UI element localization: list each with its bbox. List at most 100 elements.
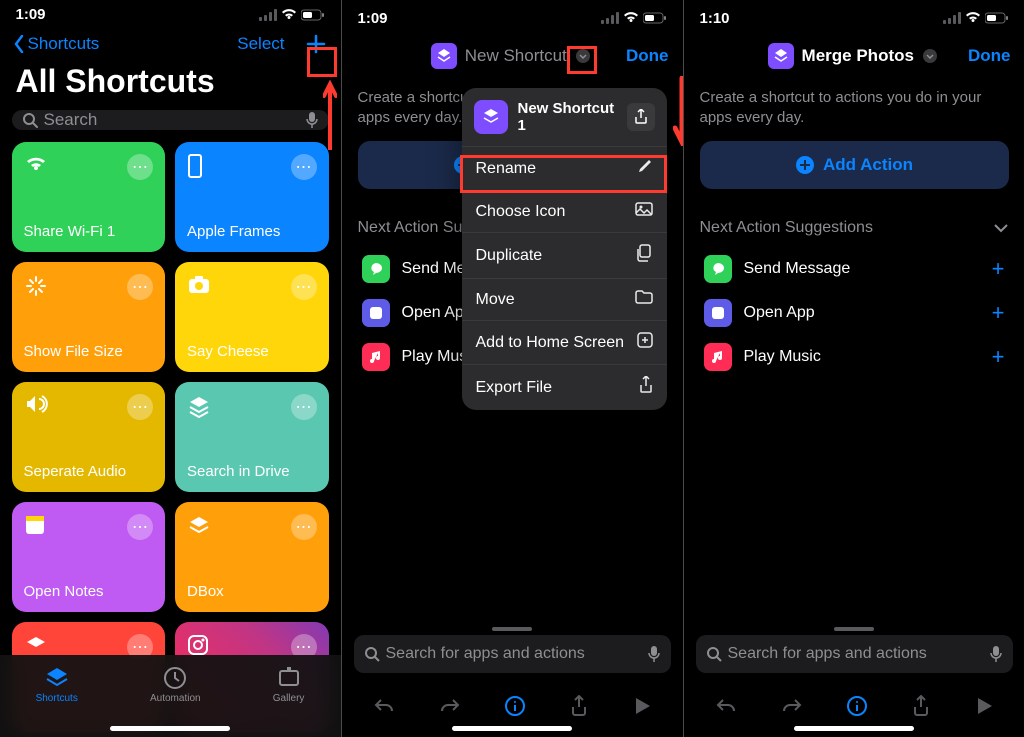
status-bar: 1:10 (684, 0, 1024, 34)
redo-icon[interactable] (439, 696, 461, 722)
more-icon[interactable]: ⋯ (127, 394, 153, 420)
nav-title-group[interactable]: Merge Photos (768, 43, 938, 69)
undo-icon[interactable] (373, 696, 395, 722)
more-icon[interactable]: ⋯ (291, 394, 317, 420)
shortcut-tile[interactable]: ⋯ Say Cheese (175, 262, 329, 372)
message-icon (704, 255, 732, 283)
chevron-down-icon[interactable] (993, 223, 1009, 233)
wifi-icon (24, 154, 48, 180)
share-button[interactable] (627, 103, 655, 131)
cellular-icon (601, 12, 619, 24)
shortcut-tile[interactable]: ⋯ Open Notes (12, 502, 166, 612)
home-indicator[interactable] (110, 726, 230, 731)
plus-icon[interactable] (305, 33, 327, 55)
popup-duplicate[interactable]: Duplicate (462, 233, 667, 279)
popup-item-label: Choose Icon (476, 203, 566, 221)
home-indicator[interactable] (794, 726, 914, 731)
suggestion-item[interactable]: Send Message + (700, 247, 1009, 291)
more-icon[interactable]: ⋯ (291, 514, 317, 540)
tab-automation[interactable]: Automation (150, 665, 201, 704)
nav-title: New Shortcut (465, 46, 567, 66)
done-button[interactable]: Done (968, 46, 1011, 66)
search-field[interactable] (44, 110, 299, 130)
screen-shortcuts-list: 1:09 Shortcuts Select All Shortcuts ⋯Sha… (0, 0, 341, 737)
nav-title-group[interactable]: New Shortcut (431, 43, 591, 69)
add-icon[interactable]: + (992, 256, 1005, 282)
drag-handle[interactable] (492, 627, 532, 631)
folder-icon (635, 290, 653, 309)
info-icon[interactable] (846, 695, 868, 723)
popup-rename[interactable]: Rename (462, 147, 667, 191)
undo-icon[interactable] (715, 696, 737, 722)
popup-move[interactable]: Move (462, 279, 667, 321)
action-search[interactable] (354, 635, 671, 673)
tile-label: Open Notes (24, 583, 154, 600)
add-action-button[interactable]: Add Action (700, 141, 1009, 189)
shortcut-app-icon (474, 100, 508, 134)
add-icon[interactable]: + (992, 344, 1005, 370)
shortcut-tile[interactable]: ⋯Share Wi-Fi 1 (12, 142, 166, 252)
popup-item-label: Add to Home Screen (476, 334, 625, 352)
search-icon (22, 112, 38, 128)
suggestion-item[interactable]: Open App + (700, 291, 1009, 335)
tile-label: Say Cheese (187, 343, 317, 360)
more-icon[interactable]: ⋯ (127, 514, 153, 540)
music-icon (704, 343, 732, 371)
more-icon[interactable]: ⋯ (127, 154, 153, 180)
tile-label: Apple Frames (187, 223, 317, 240)
play-icon[interactable] (975, 696, 993, 722)
action-search-field[interactable] (386, 645, 641, 663)
info-icon[interactable] (504, 695, 526, 723)
speaker-icon (24, 394, 48, 420)
nav-bar: Merge Photos Done (684, 34, 1024, 78)
mic-icon[interactable] (305, 111, 319, 129)
more-icon[interactable]: ⋯ (127, 274, 153, 300)
cellular-icon (943, 12, 961, 24)
search-input[interactable] (12, 110, 329, 130)
share-icon[interactable] (911, 695, 931, 723)
tile-label: Search in Drive (187, 463, 317, 480)
action-search-field[interactable] (728, 645, 983, 663)
action-search[interactable] (696, 635, 1013, 673)
home-indicator[interactable] (452, 726, 572, 731)
tab-gallery[interactable]: Gallery (273, 665, 305, 704)
burst-icon (24, 274, 48, 304)
mic-icon[interactable] (989, 645, 1003, 663)
share-icon (639, 376, 653, 399)
share-icon[interactable] (569, 695, 589, 723)
popup-choose-icon[interactable]: Choose Icon (462, 191, 667, 233)
shortcut-tile[interactable]: ⋯ Apple Frames (175, 142, 329, 252)
shortcut-app-icon (768, 43, 794, 69)
popup-item-label: Duplicate (476, 247, 543, 265)
cellular-icon (259, 9, 277, 21)
popup-add-home[interactable]: Add to Home Screen (462, 321, 667, 365)
popup-item-label: Move (476, 291, 515, 309)
layers-icon (187, 394, 211, 424)
suggestion-label: Open App (744, 304, 980, 322)
more-icon[interactable]: ⋯ (291, 154, 317, 180)
select-button[interactable]: Select (237, 34, 284, 54)
shortcut-tile[interactable]: ⋯ Show File Size (12, 262, 166, 372)
battery-icon (985, 12, 1009, 24)
nav-back-button[interactable]: Shortcuts (14, 34, 100, 54)
add-icon[interactable]: + (992, 300, 1005, 326)
suggestion-item[interactable]: Play Music+ (700, 335, 1009, 379)
battery-icon (643, 12, 667, 24)
drag-handle[interactable] (834, 627, 874, 631)
tile-label: Show File Size (24, 343, 154, 360)
tile-label: Seperate Audio (24, 463, 154, 480)
page-title: All Shortcuts (0, 61, 341, 110)
chevron-down-icon[interactable] (922, 48, 938, 64)
tab-shortcuts[interactable]: Shortcuts (36, 665, 78, 704)
redo-icon[interactable] (781, 696, 803, 722)
done-button[interactable]: Done (626, 46, 669, 66)
popup-export[interactable]: Export File (462, 365, 667, 410)
play-icon[interactable] (633, 696, 651, 722)
shortcut-tile[interactable]: ⋯DBox (175, 502, 329, 612)
suggestion-label: Send Message (744, 260, 980, 278)
chevron-down-icon[interactable] (575, 48, 591, 64)
shortcut-tile[interactable]: ⋯ Seperate Audio (12, 382, 166, 492)
shortcut-tile[interactable]: ⋯ Search in Drive (175, 382, 329, 492)
more-icon[interactable]: ⋯ (291, 274, 317, 300)
mic-icon[interactable] (647, 645, 661, 663)
